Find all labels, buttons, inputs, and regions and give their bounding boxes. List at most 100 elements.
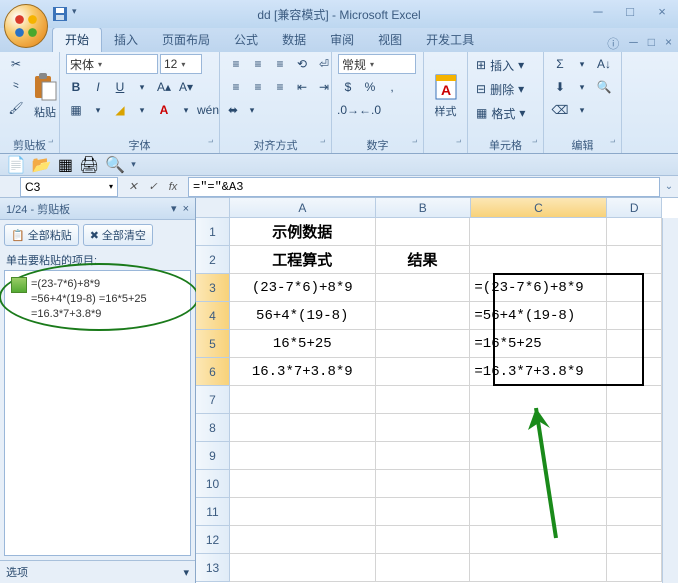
font-color-button[interactable]: A [154, 100, 174, 120]
comma-button[interactable]: , [382, 77, 402, 97]
office-button[interactable] [4, 4, 48, 48]
cell-A13[interactable] [230, 554, 376, 582]
tab-insert[interactable]: 插入 [102, 28, 150, 52]
formula-expand-icon[interactable]: ⌄ [660, 181, 678, 192]
cell-C3[interactable]: =(23-7*6)+8*9 [470, 274, 606, 302]
currency-button[interactable]: $ [338, 77, 358, 97]
cell-A5[interactable]: 16*5+25 [230, 330, 376, 358]
align-middle-button[interactable]: ≡ [248, 54, 268, 74]
sum-button[interactable]: Σ [550, 54, 570, 74]
cell-C12[interactable] [470, 526, 606, 554]
cell-C1[interactable] [470, 218, 606, 246]
cell-D7[interactable] [607, 386, 662, 414]
row-header[interactable]: 8 [196, 414, 230, 442]
cell-C6[interactable]: =16.3*7+3.8*9 [470, 358, 606, 386]
cell-A4[interactable]: 56+4*(19-8) [230, 302, 376, 330]
clear-dropdown-icon[interactable]: ▾ [572, 100, 592, 120]
vertical-scrollbar[interactable] [662, 218, 678, 583]
cell-D6[interactable] [607, 358, 662, 386]
fill-button[interactable]: ⬇ [550, 77, 570, 97]
cell-B8[interactable] [376, 414, 471, 442]
row-header[interactable]: 1 [196, 218, 230, 246]
cell-D12[interactable] [607, 526, 662, 554]
sort-button[interactable]: A↓ [594, 54, 614, 74]
find-button[interactable]: 🔍 [594, 77, 614, 97]
cell-D4[interactable] [607, 302, 662, 330]
qat2-find-icon[interactable]: 🔍 [105, 155, 125, 175]
cell-A3[interactable]: (23-7*6)+8*9 [230, 274, 376, 302]
align-bottom-button[interactable]: ≡ [270, 54, 290, 74]
percent-button[interactable]: % [360, 77, 380, 97]
tab-layout[interactable]: 页面布局 [150, 28, 222, 52]
row-header[interactable]: 6 [196, 358, 230, 386]
qat2-open-icon[interactable]: 📂 [32, 155, 52, 175]
grow-font-button[interactable]: A▴ [154, 77, 174, 97]
cell-D11[interactable] [607, 498, 662, 526]
select-all-corner[interactable] [196, 198, 230, 218]
clipboard-item[interactable]: =(23-7*6)+8*9 =56+4*(19-8) =16*5+25 =16.… [9, 275, 186, 324]
orientation-button[interactable]: ⟲ [292, 54, 312, 74]
cell-C7[interactable] [470, 386, 606, 414]
tab-developer[interactable]: 开发工具 [414, 28, 486, 52]
qat-dropdown-icon[interactable]: ▾ [72, 6, 88, 22]
delete-button[interactable]: ⊟ 删除 ▾ [474, 78, 527, 100]
cell-A11[interactable] [230, 498, 376, 526]
border-button[interactable]: ▦ [66, 100, 86, 120]
minimize-button[interactable]: ─ [586, 2, 610, 20]
qat2-properties-icon[interactable]: ▦ [58, 155, 73, 175]
font-size-combo[interactable]: 12▾ [160, 54, 202, 74]
cut-icon[interactable]: ✂ [6, 54, 26, 74]
cell-B2[interactable]: 结果 [376, 246, 471, 274]
cell-B1[interactable] [376, 218, 471, 246]
fill-dropdown-icon[interactable]: ▾ [132, 100, 152, 120]
cell-D13[interactable] [607, 554, 662, 582]
row-header[interactable]: 5 [196, 330, 230, 358]
italic-button[interactable]: I [88, 77, 108, 97]
cell-D9[interactable] [607, 442, 662, 470]
paste-all-button[interactable]: 📋 全部粘贴 [4, 224, 79, 246]
format-painter-icon[interactable]: 🖌 [6, 98, 26, 118]
styles-button[interactable]: A 样式 [430, 54, 461, 137]
clipboard-options-button[interactable]: 选项▾ [0, 560, 195, 583]
cell-A2[interactable]: 工程算式 [230, 246, 376, 274]
qat2-dropdown-icon[interactable]: ▾ [131, 159, 136, 170]
help-icon[interactable]: ⓘ [607, 35, 619, 52]
cell-A12[interactable] [230, 526, 376, 554]
cell-C11[interactable] [470, 498, 606, 526]
ribbon-min-icon[interactable]: ─ [629, 35, 638, 52]
clipboard-pane-close-icon[interactable]: × [183, 203, 189, 215]
merge-dropdown-icon[interactable]: ▾ [242, 100, 262, 120]
row-header[interactable]: 12 [196, 526, 230, 554]
align-right-button[interactable]: ≡ [270, 77, 290, 97]
tab-formulas[interactable]: 公式 [222, 28, 270, 52]
merge-button[interactable]: ⬌ [226, 100, 240, 120]
shrink-font-button[interactable]: A▾ [176, 77, 196, 97]
col-header-a[interactable]: A [230, 198, 376, 218]
row-header[interactable]: 3 [196, 274, 230, 302]
cell-B4[interactable] [376, 302, 471, 330]
cell-A10[interactable] [230, 470, 376, 498]
col-header-b[interactable]: B [376, 198, 471, 218]
sum-dropdown-icon[interactable]: ▾ [572, 54, 592, 74]
decrease-indent-button[interactable]: ⇤ [292, 77, 312, 97]
col-header-d[interactable]: D [607, 198, 662, 218]
formula-input[interactable] [188, 177, 660, 197]
ribbon-close-icon[interactable]: □ [648, 35, 655, 52]
align-center-button[interactable]: ≡ [248, 77, 268, 97]
phonetic-button[interactable]: wén [198, 100, 218, 120]
fontcolor-dropdown-icon[interactable]: ▾ [176, 100, 196, 120]
cell-B11[interactable] [376, 498, 471, 526]
row-header[interactable]: 2 [196, 246, 230, 274]
qat2-new-icon[interactable]: 📄 [6, 155, 26, 175]
cell-A1[interactable]: 示例数据 [230, 218, 376, 246]
border-dropdown-icon[interactable]: ▾ [88, 100, 108, 120]
maximize-button[interactable]: □ [618, 2, 642, 20]
tab-home[interactable]: 开始 [52, 27, 102, 52]
cell-D10[interactable] [607, 470, 662, 498]
name-box[interactable]: C3▾ [20, 177, 118, 197]
accept-formula-icon[interactable]: ✓ [144, 178, 162, 196]
cell-B9[interactable] [376, 442, 471, 470]
number-format-combo[interactable]: 常规▾ [338, 54, 416, 74]
cell-D2[interactable] [607, 246, 662, 274]
cell-D8[interactable] [607, 414, 662, 442]
